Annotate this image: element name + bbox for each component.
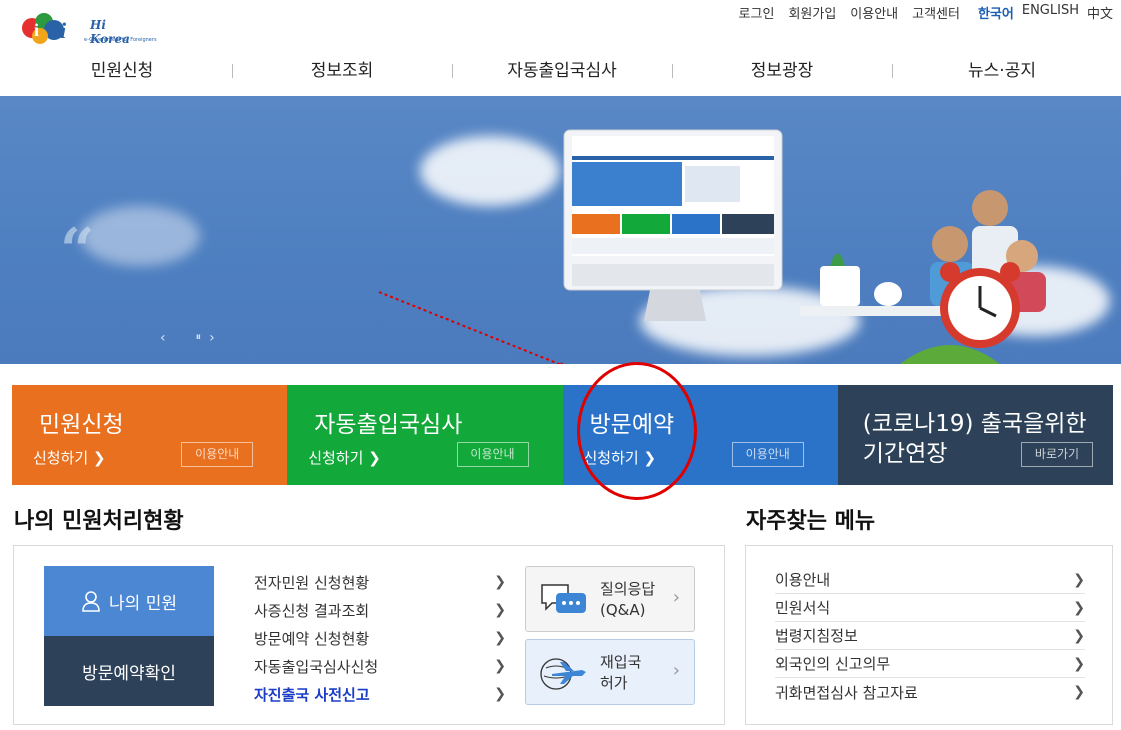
card-title: 민원신청 [39,412,124,438]
card-go-button[interactable]: 바로가기 [1021,442,1093,467]
card-guide-button[interactable]: 이용안내 [181,442,254,467]
favorite-item[interactable]: 민원서식 ❯ [775,594,1085,622]
favorite-item[interactable]: 귀화면접심사 참고자료 ❯ [775,678,1085,706]
logo-subtext: e-Government for Foreigners [84,37,157,43]
card-civil-application[interactable]: 민원신청 신청하기 ❯ 이용안내 [12,385,288,485]
cloud [80,206,200,266]
card-title-line1: (코로나19) 출국을위한 [862,411,1087,437]
user-icon [82,591,100,612]
cloud [420,136,560,206]
link-visa-result[interactable]: 사증신청 결과조회 ❯ [254,596,506,624]
card-apply-link[interactable]: 신청하기 ❯ [308,447,381,468]
favorite-item[interactable]: 법령지침정보 ❯ [775,622,1085,650]
monitor-illustration [563,129,783,321]
chevron-right-icon: ❯ [1073,599,1085,616]
card-title: 자동출입국심사 [314,412,463,438]
favorite-label: 외국인의 신고의무 [775,655,891,673]
favorite-item[interactable]: 이용안내 ❯ [775,566,1085,594]
link-label: 자동출입국심사신청 [254,657,379,676]
speech-bubble-icon [541,584,586,613]
favorites-panel: 이용안내 ❯ 민원서식 ❯ 법령지침정보 ❯ 외국인의 신고의무 ❯ 귀화면접심… [745,545,1113,725]
slider-next-icon[interactable]: › [209,330,215,346]
link-label: 방문예약 신청현황 [254,629,370,648]
favorite-item[interactable]: 외국인의 신고의무 ❯ [775,650,1085,678]
chevron-right-icon: › [672,587,680,608]
reentry-label-line2: 허가 [600,674,628,692]
favorites-heading: 자주찾는 메뉴 [746,509,876,534]
qna-button[interactable]: 질의응답 (Q&A) › [525,566,695,632]
nav-info-lookup[interactable]: 정보조회 [232,52,452,90]
card-guide-button[interactable]: 이용안내 [731,442,804,467]
quick-service-cards: 민원신청 신청하기 ❯ 이용안내 자동출입국심사 신청하기 ❯ 이용안내 방문예… [12,385,1113,485]
page: i i Hi Korea e-Government for Foreigners… [0,0,1121,730]
slider-controls: ‹ ⏸ › [160,330,215,346]
language-selector: 한국어 ENGLISH 中文 [978,3,1113,22]
favorite-label: 귀화면접심사 참고자료 [775,683,918,702]
lang-english[interactable]: ENGLISH [1022,3,1079,22]
nav-news-notice[interactable]: 뉴스·공지 [892,52,1112,90]
link-visit-status[interactable]: 방문예약 신청현황 ❯ [254,624,506,652]
lang-korean[interactable]: 한국어 [978,3,1014,22]
chevron-right-icon: ❯ [1073,655,1085,672]
card-covid-extension[interactable]: (코로나19) 출국을위한 기간연장 바로가기 [837,385,1113,485]
chevron-right-icon: ❯ [494,686,506,702]
signup-link[interactable]: 회원가입 [788,3,836,22]
favorite-label: 민원서식 [775,599,831,617]
chevron-right-icon: › [672,660,680,681]
visit-reservation-check-button[interactable]: 방문예약확인 [44,636,214,706]
status-heading: 나의 민원처리현황 [14,509,184,534]
favorite-label: 법령지침정보 [775,627,858,645]
link-auto-immigration-apply[interactable]: 자동출입국심사신청 ❯ [254,652,506,680]
nav-civil-application[interactable]: 민원신청 [12,52,232,90]
favorites-list: 이용안내 ❯ 민원서식 ❯ 법령지침정보 ❯ 외국인의 신고의무 ❯ 귀화면접심… [775,566,1085,706]
chevron-right-icon: ❯ [494,630,506,646]
main-nav: 민원신청 정보조회 자동출입국심사 정보광장 뉴스·공지 [12,52,1112,90]
svg-text:i: i [34,20,39,40]
chevron-right-icon: ❯ [1073,571,1085,588]
quote-mark-icon: “ [60,216,95,286]
qna-label: 질의응답 (Q&A) [600,579,655,621]
reentry-label-line1: 재입국 [600,653,642,671]
reentry-permit-button[interactable]: 재입국 허가 › [525,639,695,705]
qna-label-line1: 질의응답 [600,580,656,598]
link-voluntary-departure[interactable]: 자진출국 사전신고 ❯ [254,680,506,708]
nav-info-square[interactable]: 정보광장 [672,52,892,90]
people-with-clock-illustration [800,190,1046,364]
chevron-right-icon: ❯ [494,658,506,674]
guide-link[interactable]: 이용안내 [850,3,898,22]
logo-mark-icon: i i [22,13,67,44]
link-label: 자진출국 사전신고 [254,685,370,704]
my-civil-label: 나의 민원 [109,593,177,614]
status-panel: 나의 민원 방문예약확인 전자민원 신청현황 ❯ 사증신청 결과조회 ❯ 방문예… [13,545,725,725]
svg-text:i: i [60,18,67,43]
arrow-annotation-icon [378,291,564,364]
chevron-right-icon: ❯ [1073,627,1085,644]
main-banner[interactable]: “ ‹ ⏸ › [0,96,1121,364]
login-link[interactable]: 로그인 [739,3,775,22]
airplane-globe-icon [540,658,586,690]
chevron-right-icon: ❯ [494,574,506,590]
card-apply-link[interactable]: 신청하기 ❯ [33,447,106,468]
my-civil-button[interactable]: 나의 민원 [44,566,214,636]
customer-center-link[interactable]: 고객센터 [912,3,960,22]
hikorea-logo[interactable]: i i Hi Korea e-Government for Foreigners [20,8,157,48]
status-link-list: 전자민원 신청현황 ❯ 사증신청 결과조회 ❯ 방문예약 신청현황 ❯ 자동출입… [254,568,506,708]
link-e-civil-status[interactable]: 전자민원 신청현황 ❯ [254,568,506,596]
lang-chinese[interactable]: 中文 [1087,3,1113,22]
chevron-right-icon: ❯ [1073,684,1085,700]
qna-label-line2: (Q&A) [600,601,646,619]
reentry-label: 재입국 허가 [600,652,641,694]
link-label: 사증신청 결과조회 [254,601,370,620]
card-guide-button[interactable]: 이용안내 [456,442,529,467]
slider-pause-icon[interactable]: ⏸ [196,330,202,346]
utility-nav: 로그인 회원가입 이용안내 고객센터 한국어 ENGLISH 中文 [739,3,1113,22]
chevron-right-icon: ❯ [494,602,506,618]
card-auto-immigration[interactable]: 자동출입국심사 신청하기 ❯ 이용안내 [287,385,563,485]
slider-prev-icon[interactable]: ‹ [160,330,166,346]
link-label: 전자민원 신청현황 [254,573,370,592]
highlight-circle-annotation [577,362,697,500]
nav-auto-immigration[interactable]: 자동출입국심사 [452,52,672,90]
favorite-label: 이용안내 [775,571,831,589]
